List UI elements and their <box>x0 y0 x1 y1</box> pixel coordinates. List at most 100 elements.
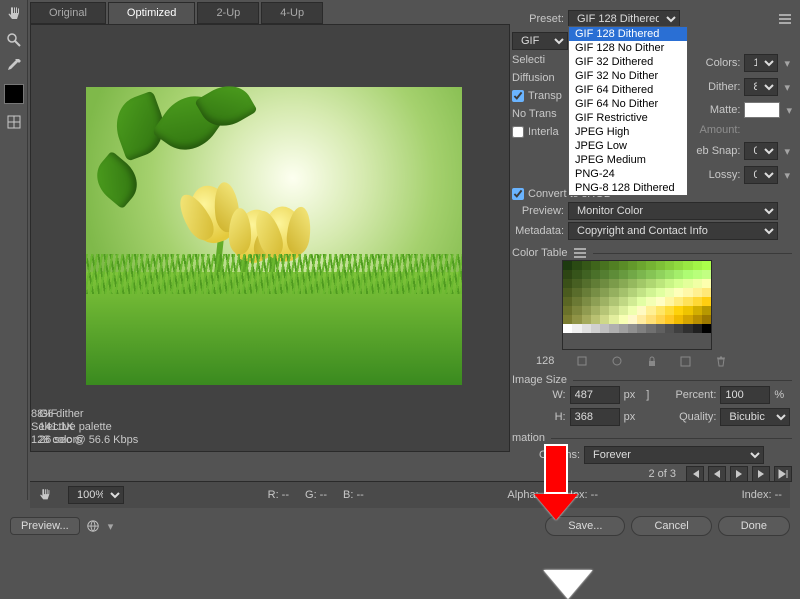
websnap-select[interactable]: 0% <box>744 142 778 160</box>
loop-options-select[interactable]: Forever <box>584 446 764 464</box>
slice-visibility-tool[interactable] <box>2 110 26 134</box>
color-swatch[interactable] <box>656 279 665 288</box>
color-swatch[interactable] <box>600 270 609 279</box>
color-swatch[interactable] <box>600 288 609 297</box>
color-swatch[interactable] <box>665 324 674 333</box>
color-swatch[interactable] <box>572 297 581 306</box>
convert-srgb-checkbox[interactable] <box>512 188 524 200</box>
color-swatch[interactable] <box>665 315 674 324</box>
preset-option[interactable]: JPEG Medium <box>569 153 687 167</box>
preset-option[interactable]: GIF 32 Dithered <box>569 55 687 69</box>
hand-icon[interactable] <box>38 488 52 502</box>
color-swatch[interactable] <box>619 297 628 306</box>
color-swatch[interactable] <box>563 297 572 306</box>
color-swatch[interactable] <box>563 261 572 270</box>
color-swatch[interactable] <box>582 297 591 306</box>
tab-4up[interactable]: 4-Up <box>261 2 323 24</box>
preset-option[interactable]: GIF 64 Dithered <box>569 83 687 97</box>
zoom-tool[interactable] <box>2 28 26 52</box>
color-swatch[interactable] <box>646 261 655 270</box>
color-swatch[interactable] <box>665 288 674 297</box>
preset-option[interactable]: GIF 64 No Dither <box>569 97 687 111</box>
preview-color-select[interactable]: Monitor Color <box>568 202 778 220</box>
color-swatch[interactable] <box>582 270 591 279</box>
preset-option[interactable]: GIF Restrictive <box>569 111 687 125</box>
preset-option[interactable]: JPEG High <box>569 125 687 139</box>
color-swatch[interactable] <box>628 261 637 270</box>
percent-input[interactable] <box>720 386 770 404</box>
color-swatch[interactable] <box>693 279 702 288</box>
color-swatch[interactable] <box>693 306 702 315</box>
color-swatch[interactable] <box>572 279 581 288</box>
browser-preview-icon[interactable] <box>86 519 100 533</box>
color-swatch[interactable] <box>683 324 692 333</box>
color-swatch[interactable] <box>637 324 646 333</box>
tab-optimized[interactable]: Optimized <box>108 2 196 24</box>
color-swatch[interactable] <box>591 261 600 270</box>
color-swatch[interactable] <box>656 324 665 333</box>
color-swatch[interactable] <box>582 261 591 270</box>
color-swatch[interactable] <box>591 315 600 324</box>
tab-original[interactable]: Original <box>30 2 106 24</box>
color-swatch[interactable] <box>683 261 692 270</box>
lock-icon[interactable] <box>645 354 659 368</box>
color-swatch[interactable] <box>600 315 609 324</box>
color-swatch[interactable] <box>609 315 618 324</box>
color-swatch[interactable] <box>572 261 581 270</box>
color-swatch[interactable] <box>619 306 628 315</box>
color-swatch[interactable] <box>628 279 637 288</box>
color-swatch[interactable] <box>609 279 618 288</box>
color-swatch[interactable] <box>591 270 600 279</box>
color-swatch[interactable] <box>591 324 600 333</box>
color-swatch[interactable] <box>572 288 581 297</box>
color-swatch[interactable] <box>609 297 618 306</box>
color-swatch[interactable] <box>656 288 665 297</box>
color-swatch[interactable] <box>600 279 609 288</box>
quality-select[interactable]: Bicubic <box>720 408 790 426</box>
colors-select[interactable]: 128 <box>744 54 778 72</box>
color-swatch[interactable] <box>619 288 628 297</box>
preset-option[interactable]: GIF 128 No Dither <box>569 41 687 55</box>
color-swatch[interactable] <box>702 315 711 324</box>
color-swatch[interactable] <box>563 279 572 288</box>
preset-option[interactable]: PNG-24 <box>569 167 687 181</box>
color-swatch[interactable] <box>572 306 581 315</box>
color-swatch[interactable] <box>674 270 683 279</box>
color-swatch[interactable] <box>609 270 618 279</box>
panel-menu-icon[interactable] <box>778 12 792 26</box>
color-swatch[interactable] <box>702 270 711 279</box>
color-swatch[interactable] <box>683 297 692 306</box>
color-table-grid[interactable] <box>562 260 712 350</box>
color-swatch[interactable] <box>693 270 702 279</box>
first-frame-button[interactable] <box>686 466 704 482</box>
color-swatch[interactable] <box>582 324 591 333</box>
color-swatch[interactable] <box>646 324 655 333</box>
color-swatch[interactable] <box>572 324 581 333</box>
image-canvas[interactable] <box>86 87 462 385</box>
color-swatch[interactable] <box>683 279 692 288</box>
trash-icon[interactable] <box>714 354 728 368</box>
color-swatch[interactable] <box>693 261 702 270</box>
color-swatch[interactable] <box>646 306 655 315</box>
color-swatch[interactable] <box>702 279 711 288</box>
panel-menu-icon[interactable] <box>573 246 587 260</box>
color-swatch[interactable] <box>563 270 572 279</box>
color-swatch[interactable] <box>619 261 628 270</box>
color-swatch[interactable] <box>572 315 581 324</box>
hand-tool[interactable] <box>2 2 26 26</box>
color-swatch[interactable] <box>665 306 674 315</box>
color-swatch[interactable] <box>674 306 683 315</box>
preset-option[interactable]: JPEG Low <box>569 139 687 153</box>
metadata-select[interactable]: Copyright and Contact Info <box>568 222 778 240</box>
color-swatch[interactable] <box>600 306 609 315</box>
color-swatch[interactable] <box>628 306 637 315</box>
color-swatch[interactable] <box>563 324 572 333</box>
color-swatch[interactable] <box>628 315 637 324</box>
color-swatch[interactable] <box>702 306 711 315</box>
color-swatch[interactable] <box>591 297 600 306</box>
color-swatch[interactable] <box>646 315 655 324</box>
color-swatch[interactable] <box>693 324 702 333</box>
color-swatch[interactable] <box>702 261 711 270</box>
preset-option[interactable]: GIF 128 Dithered <box>569 27 687 41</box>
prev-frame-button[interactable] <box>708 466 726 482</box>
